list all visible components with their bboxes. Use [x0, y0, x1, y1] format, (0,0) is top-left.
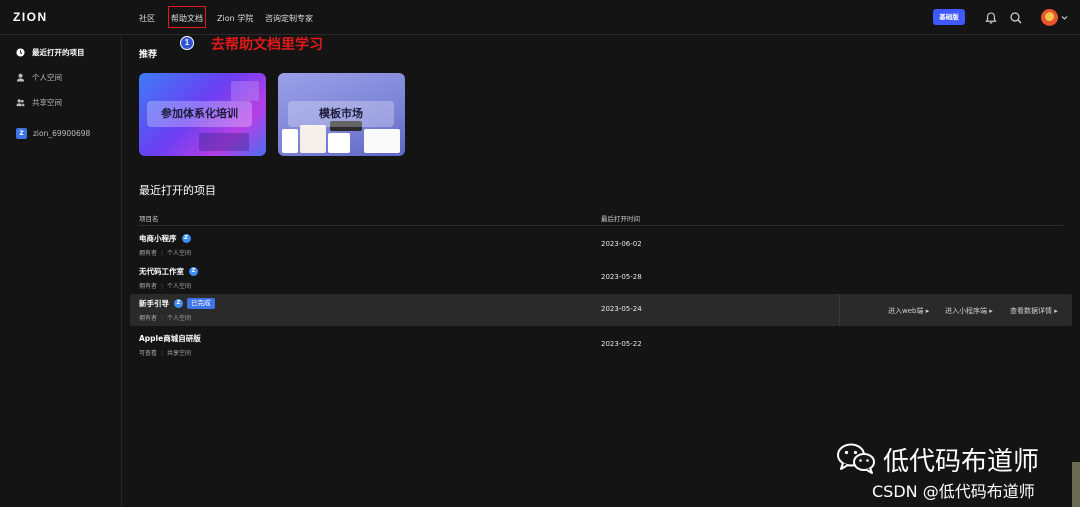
project-name: 电商小程序 Z	[139, 233, 191, 244]
table-row[interactable]: Apple商城自研版 可查看 | 共享空间 2023-05-22	[130, 329, 1072, 361]
sidebar-item-label: 个人空间	[32, 73, 62, 82]
sidebar-workspace[interactable]: Z zion_69900698	[16, 128, 90, 139]
header-divider	[139, 225, 1063, 226]
card-template-market-label: 模板市场	[288, 101, 394, 127]
project-meta: 拥有者 | 个人空间	[139, 313, 191, 322]
project-space: 个人空间	[167, 250, 192, 257]
project-zion-badge: Z	[181, 234, 191, 243]
meta-separator: |	[161, 315, 164, 322]
sidebar-item-shared[interactable]: 共享空间	[16, 97, 62, 108]
card-decoration	[231, 81, 259, 101]
workspace-label: zion_69900698	[33, 129, 91, 138]
scrollbar[interactable]	[1072, 462, 1080, 507]
template-thumbnail	[282, 129, 298, 153]
project-name-text: 新手引导	[139, 299, 169, 308]
wechat-icon	[837, 443, 875, 474]
project-space: 共享空间	[167, 350, 192, 357]
project-zion-badge: Z	[189, 267, 198, 276]
status-badge: 已完成	[187, 298, 215, 309]
nav-academy[interactable]: Zion 学院	[217, 13, 253, 24]
template-thumbnail	[328, 133, 350, 153]
zion-logo[interactable]: ZION	[13, 10, 48, 24]
table-row[interactable]: 新手引导 Z 已完成 拥有者 | 个人空间 2023-05-24 进入web端 ▸ …	[130, 294, 1072, 326]
clock-icon	[16, 48, 25, 57]
search-icon[interactable]	[1009, 11, 1023, 25]
card-training[interactable]: 参加体系化培训	[139, 73, 266, 156]
enter-web-link[interactable]: 进入web端 ▸	[888, 306, 929, 316]
project-name-text: 电商小程序	[139, 234, 177, 243]
top-bar: ZION 社区 帮助文档 Zion 学院 咨询定制专家 基础版	[0, 0, 1080, 35]
project-date: 2023-05-24	[601, 305, 642, 313]
project-role: 拥有者	[139, 250, 158, 257]
card-template-market[interactable]: 模板市场	[278, 73, 405, 156]
sidebar-item-recent[interactable]: 最近打开的项目	[16, 47, 85, 58]
project-space: 个人空间	[167, 283, 192, 290]
sidebar-item-label: 最近打开的项目	[32, 48, 85, 57]
project-date: 2023-05-22	[601, 340, 642, 348]
column-header-last-opened: 最后打开时间	[601, 215, 640, 223]
project-role: 拥有者	[139, 283, 158, 290]
meta-separator: |	[161, 283, 164, 290]
project-name-text: 无代码工作室	[139, 267, 184, 276]
plan-badge[interactable]: 基础版	[933, 9, 965, 25]
watermark-title: 低代码布道师	[883, 447, 1040, 477]
avatar[interactable]	[1041, 9, 1058, 26]
row-actions-divider	[839, 294, 840, 326]
project-role: 可查看	[139, 350, 158, 357]
project-name: 无代码工作室 Z	[139, 266, 198, 277]
enter-miniprogram-link[interactable]: 进入小程序端 ▸	[945, 306, 993, 316]
column-header-name: 项目名	[139, 215, 159, 223]
card-training-label: 参加体系化培训	[147, 101, 252, 127]
nav-community[interactable]: 社区	[139, 13, 155, 24]
workspace-badge: Z	[16, 128, 27, 139]
annotation-number-badge: 1	[180, 36, 194, 50]
chevron-down-icon[interactable]	[1061, 14, 1068, 21]
card-decoration	[199, 133, 249, 151]
nav-consulting[interactable]: 咨询定制专家	[265, 13, 313, 24]
project-date: 2023-06-02	[601, 240, 642, 248]
recommend-title: 推荐	[139, 50, 158, 60]
user-icon	[16, 73, 25, 82]
annotation-text: 去帮助文档里学习	[211, 37, 323, 53]
project-meta: 可查看 | 共享空间	[139, 348, 191, 357]
meta-separator: |	[161, 250, 164, 257]
project-space: 个人空间	[167, 315, 192, 322]
meta-separator: |	[161, 350, 164, 357]
project-name: Apple商城自研版	[139, 333, 201, 344]
recent-projects-title: 最近打开的项目	[139, 184, 216, 197]
project-name-text: Apple商城自研版	[139, 334, 201, 343]
nav-help-docs[interactable]: 帮助文档	[171, 13, 203, 24]
table-row[interactable]: 电商小程序 Z 拥有者 | 个人空间 2023-06-02	[130, 229, 1072, 261]
sidebar: 最近打开的项目 个人空间 共享空间 Z zion_69900698	[0, 35, 122, 507]
template-thumbnail	[300, 125, 326, 153]
project-meta: 拥有者 | 个人空间	[139, 281, 191, 290]
watermark-csdn: CSDN @低代码布道师	[872, 482, 1035, 501]
view-data-details-link[interactable]: 查看数据详情 ▸	[1010, 306, 1058, 316]
project-meta: 拥有者 | 个人空间	[139, 248, 191, 257]
project-zion-badge: Z	[174, 299, 183, 308]
project-role: 拥有者	[139, 315, 158, 322]
sidebar-item-label: 共享空间	[32, 98, 62, 107]
template-thumbnail	[364, 129, 400, 153]
project-date: 2023-05-28	[601, 273, 642, 281]
table-row[interactable]: 无代码工作室 Z 拥有者 | 个人空间 2023-05-28	[130, 262, 1072, 294]
bell-icon[interactable]	[984, 11, 998, 25]
sidebar-item-personal[interactable]: 个人空间	[16, 72, 62, 83]
project-name: 新手引导 Z 已完成	[139, 298, 215, 309]
users-icon	[16, 99, 25, 107]
